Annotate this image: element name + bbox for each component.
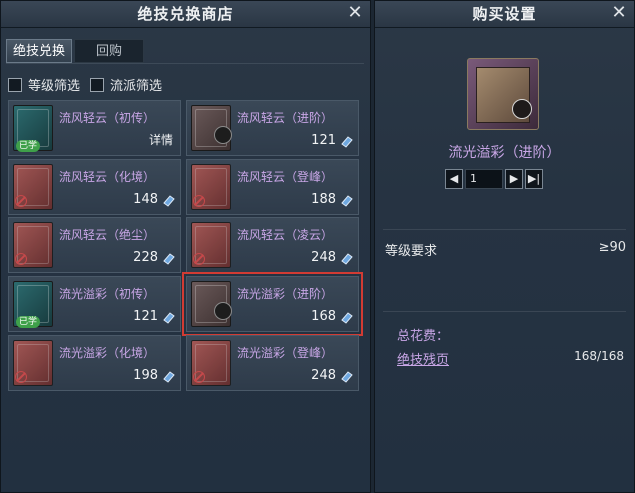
skill-book-icon: 已学	[13, 105, 53, 152]
shop-tabs: 绝技兑换 回购	[6, 39, 146, 63]
locked-icon	[193, 371, 205, 383]
learned-badge: 已学	[16, 140, 41, 152]
item-name: 流风轻云（初传）	[59, 111, 156, 125]
cost-item-link[interactable]: 绝技残页	[397, 349, 449, 368]
item-price: 121	[133, 309, 158, 324]
currency-icon	[341, 371, 353, 383]
item-name: 流风轻云（进阶）	[237, 111, 334, 125]
item-price: 198	[133, 368, 158, 383]
item-price: 121	[311, 133, 336, 148]
skill-book-icon	[191, 281, 232, 327]
currency-icon	[163, 253, 175, 265]
divider	[383, 229, 626, 230]
selected-skill-book-icon	[467, 58, 539, 130]
cost-value: 168/168	[574, 349, 624, 363]
shop-item[interactable]: 流风轻云（化境） 148	[8, 159, 181, 215]
locked-icon	[193, 195, 205, 207]
locked-icon	[15, 195, 27, 207]
item-price: 148	[133, 192, 158, 207]
currency-icon	[341, 136, 353, 148]
learned-badge: 已学	[16, 316, 41, 328]
shop-item[interactable]: 已学 流光溢彩（初传） 121	[8, 276, 181, 332]
max-button[interactable]: ▶|	[525, 169, 543, 189]
requirement-label: 等级要求	[385, 244, 438, 259]
currency-icon	[341, 253, 353, 265]
school-filter[interactable]: 流派筛选	[90, 75, 162, 94]
selected-item-name: 流光溢彩（进阶）	[448, 145, 561, 161]
item-detail-link[interactable]: 详情	[149, 131, 173, 148]
locked-icon	[193, 253, 205, 265]
item-price: 248	[311, 368, 336, 383]
level-filter[interactable]: 等级筛选	[8, 75, 80, 94]
quantity-stepper: ◀ 1 ▶ ▶|	[445, 169, 543, 189]
item-name: 流风轻云（凌云）	[237, 228, 334, 242]
level-filter-checkbox[interactable]	[8, 77, 22, 92]
locked-icon	[15, 371, 27, 383]
item-name: 流光溢彩（初传）	[59, 287, 156, 301]
shop-item[interactable]: 流风轻云（凌云） 248	[186, 217, 359, 273]
shop-item-selected[interactable]: 流光溢彩（进阶） 168	[182, 272, 363, 336]
shop-item[interactable]: 流光溢彩（登峰） 248	[186, 335, 359, 391]
skill-book-icon: 已学	[13, 281, 53, 328]
tab-buyback[interactable]: 回购	[74, 39, 144, 63]
increase-button[interactable]: ▶	[505, 169, 523, 189]
skill-book-icon	[191, 340, 231, 386]
currency-icon	[163, 195, 175, 207]
school-filter-checkbox[interactable]	[90, 77, 105, 92]
requirement-value: ≥90	[598, 240, 626, 255]
school-filter-label: 流派筛选	[110, 79, 163, 94]
skill-book-icon	[191, 164, 231, 210]
item-price: 228	[133, 250, 158, 265]
locked-icon	[15, 253, 27, 265]
item-name: 流风轻云（化境）	[59, 170, 156, 184]
tab-exchange[interactable]: 绝技兑换	[6, 39, 72, 63]
skill-book-icon	[13, 340, 53, 386]
close-icon[interactable]: ✕	[346, 4, 364, 22]
filter-row: 等级筛选 流派筛选	[8, 75, 172, 94]
decrease-button[interactable]: ◀	[445, 169, 463, 189]
skill-book-icon	[191, 222, 231, 268]
shop-item[interactable]: 流风轻云（绝尘） 228	[8, 217, 181, 273]
level-filter-label: 等级筛选	[28, 79, 81, 94]
divider	[383, 311, 626, 312]
purchase-settings-panel: 购买设置 ✕ 流光溢彩（进阶） ◀ 1 ▶ ▶| 等级要求 ≥90 总花费： 绝…	[374, 0, 635, 493]
item-name: 流光溢彩（化境）	[59, 346, 156, 360]
purchase-title-bar: 购买设置 ✕	[375, 1, 634, 28]
currency-icon	[341, 312, 353, 324]
exchange-shop-panel: 绝技兑换商店 ✕ 绝技兑换 回购 等级筛选 流派筛选 已学 流风轻云（初传） 详…	[0, 0, 371, 493]
item-name: 流风轻云（登峰）	[237, 170, 334, 184]
quantity-input[interactable]: 1	[465, 169, 503, 189]
currency-icon	[163, 312, 175, 324]
shop-item[interactable]: 已学 流风轻云（初传） 详情	[8, 100, 181, 156]
skill-book-icon	[13, 164, 53, 210]
currency-icon	[163, 371, 175, 383]
item-price: 248	[311, 250, 336, 265]
skill-book-icon	[191, 105, 232, 151]
item-price: 168	[311, 309, 336, 324]
shop-title: 绝技兑换商店	[137, 5, 234, 23]
close-icon[interactable]: ✕	[610, 4, 628, 22]
currency-icon	[341, 195, 353, 207]
tab-divider	[6, 63, 364, 64]
item-name: 流光溢彩（登峰）	[237, 346, 334, 360]
total-cost-label: 总花费：	[397, 329, 450, 344]
purchase-title: 购买设置	[472, 5, 537, 23]
shop-item[interactable]: 流风轻云（进阶） 121	[186, 100, 359, 156]
item-price: 188	[311, 192, 336, 207]
shop-item[interactable]: 流风轻云（登峰） 188	[186, 159, 359, 215]
item-name: 流光溢彩（进阶）	[237, 287, 334, 301]
item-name: 流风轻云（绝尘）	[59, 228, 156, 242]
shop-title-bar: 绝技兑换商店 ✕	[1, 1, 370, 28]
shop-item[interactable]: 流光溢彩（化境） 198	[8, 335, 181, 391]
skill-book-icon	[13, 222, 53, 268]
